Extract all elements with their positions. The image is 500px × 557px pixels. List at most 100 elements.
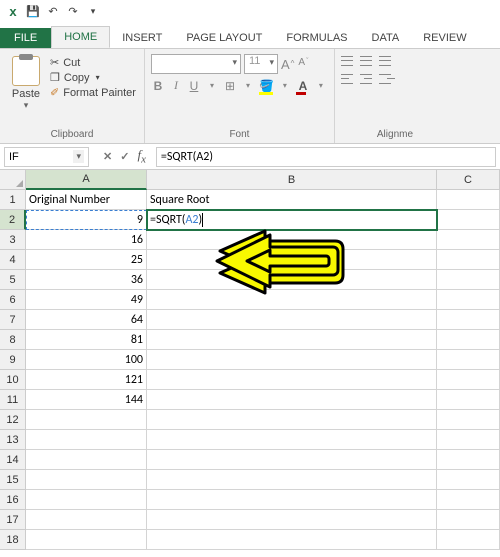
enter-formula-icon[interactable]: ✓ [120,150,129,163]
align-right-icon[interactable] [379,72,395,86]
undo-icon[interactable]: ↶ [44,3,62,21]
cell-B16[interactable] [147,490,437,510]
italic-button[interactable]: I [169,78,183,93]
row-header-1[interactable]: 1 [0,190,26,210]
cell-C3[interactable] [437,230,500,250]
paste-button[interactable]: Paste ▾ [6,52,46,129]
tab-file[interactable]: FILE [0,28,51,48]
cell-A10[interactable]: 121 [26,370,147,390]
fx-icon[interactable]: fx [137,147,145,166]
row-header-13[interactable]: 13 [0,430,26,450]
save-icon[interactable]: 💾 [24,3,42,21]
row-header-18[interactable]: 18 [0,530,26,550]
cell-B6[interactable] [147,290,437,310]
tab-home[interactable]: HOME [51,26,110,48]
cell-C7[interactable] [437,310,500,330]
cell-A8[interactable]: 81 [26,330,147,350]
cell-B10[interactable] [147,370,437,390]
cell-C4[interactable] [437,250,500,270]
col-header-b[interactable]: B [147,170,437,190]
cell-A18[interactable] [26,530,147,550]
cell-B3[interactable] [147,230,437,250]
cell-A15[interactable] [26,470,147,490]
row-header-16[interactable]: 16 [0,490,26,510]
align-bottom-icon[interactable] [379,54,395,68]
font-size-combo[interactable]: 11 [244,54,278,74]
cell-A2[interactable]: 9 [26,210,147,230]
cell-B12[interactable] [147,410,437,430]
underline-button[interactable]: U [187,79,201,93]
row-header-11[interactable]: 11 [0,390,26,410]
cut-button[interactable]: ✂Cut [50,56,136,69]
qat-customize-icon[interactable]: ▾ [84,3,102,21]
cell-C11[interactable] [437,390,500,410]
row-header-17[interactable]: 17 [0,510,26,530]
formula-bar[interactable]: =SQRT(A2) [156,147,496,167]
cell-A16[interactable] [26,490,147,510]
cell-B17[interactable] [147,510,437,530]
font-color-button[interactable]: A [296,79,310,93]
tab-review[interactable]: REVIEW [411,28,478,48]
cell-A13[interactable] [26,430,147,450]
cell-B2[interactable]: =SQRT(A2) [147,210,437,230]
row-header-10[interactable]: 10 [0,370,26,390]
row-header-15[interactable]: 15 [0,470,26,490]
cell-A1[interactable]: Original Number [26,190,147,210]
fill-color-button[interactable]: 🪣 [259,79,274,93]
row-header-2[interactable]: 2 [0,210,26,230]
bold-button[interactable]: B [151,79,165,93]
tab-insert[interactable]: INSERT [110,28,174,48]
row-header-4[interactable]: 4 [0,250,26,270]
cell-C13[interactable] [437,430,500,450]
tab-page-layout[interactable]: PAGE LAYOUT [174,28,274,48]
cell-C1[interactable] [437,190,500,210]
row-header-7[interactable]: 7 [0,310,26,330]
cell-A4[interactable]: 25 [26,250,147,270]
cell-C10[interactable] [437,370,500,390]
cell-B14[interactable] [147,450,437,470]
tab-data[interactable]: DATA [360,28,412,48]
col-header-a[interactable]: A [26,170,147,190]
align-left-icon[interactable] [341,72,357,86]
cell-C15[interactable] [437,470,500,490]
cell-B9[interactable] [147,350,437,370]
cell-C12[interactable] [437,410,500,430]
cell-A9[interactable]: 100 [26,350,147,370]
border-button[interactable]: ⊞ [223,79,237,93]
row-header-5[interactable]: 5 [0,270,26,290]
cell-A17[interactable] [26,510,147,530]
cell-A7[interactable]: 64 [26,310,147,330]
cell-C8[interactable] [437,330,500,350]
cell-B1[interactable]: Square Root [147,190,437,210]
cell-B5[interactable] [147,270,437,290]
row-header-14[interactable]: 14 [0,450,26,470]
cancel-formula-icon[interactable]: ✕ [103,150,112,163]
tab-formulas[interactable]: FORMULAS [274,28,359,48]
align-center-icon[interactable] [360,72,376,86]
cell-B7[interactable] [147,310,437,330]
cell-C16[interactable] [437,490,500,510]
cell-C2[interactable] [437,210,500,230]
cell-C5[interactable] [437,270,500,290]
row-header-8[interactable]: 8 [0,330,26,350]
cell-B18[interactable] [147,530,437,550]
format-painter-button[interactable]: ✐Format Painter [50,86,136,99]
row-header-12[interactable]: 12 [0,410,26,430]
cell-B13[interactable] [147,430,437,450]
cell-C17[interactable] [437,510,500,530]
select-all-corner[interactable] [0,170,26,190]
cell-A12[interactable] [26,410,147,430]
cell-B4[interactable] [147,250,437,270]
cell-A3[interactable]: 16 [26,230,147,250]
cell-B11[interactable] [147,390,437,410]
shrink-font-button[interactable]: A [298,57,305,72]
cell-C6[interactable] [437,290,500,310]
cell-C18[interactable] [437,530,500,550]
cell-A14[interactable] [26,450,147,470]
cell-B15[interactable] [147,470,437,490]
cell-C14[interactable] [437,450,500,470]
cell-A5[interactable]: 36 [26,270,147,290]
cell-A11[interactable]: 144 [26,390,147,410]
redo-icon[interactable]: ↷ [64,3,82,21]
cell-A6[interactable]: 49 [26,290,147,310]
